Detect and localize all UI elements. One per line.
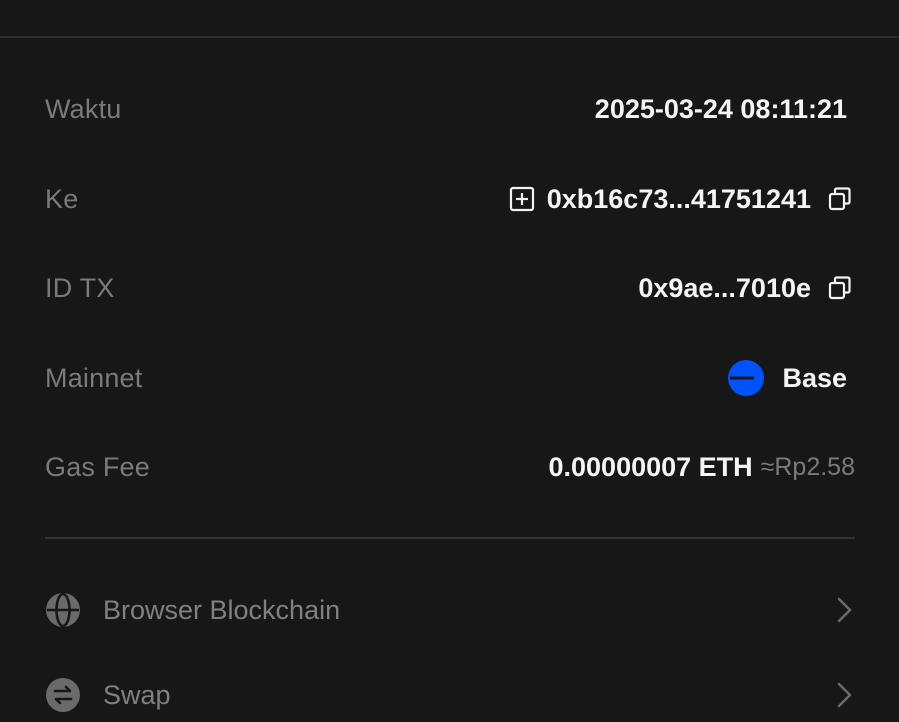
browser-blockchain-link[interactable]: Browser Blockchain [45,585,855,635]
detail-row-time: Waktu 2025-03-24 08:11:21 [45,89,855,129]
detail-row-gas-fee: Gas Fee 0.00000007 ETH ≈Rp2.58 [45,447,855,487]
swap-left: Swap [45,677,171,713]
gas-fee-value-group: 0.00000007 ETH ≈Rp2.58 [549,452,856,483]
add-contact-icon[interactable] [507,184,537,214]
swap-label: Swap [103,679,171,710]
gas-fee-label: Gas Fee [45,451,150,482]
swap-icon [45,677,81,713]
mainnet-value-group: Base [728,360,847,396]
detail-row-to: Ke 0xb16c73...41751241 [45,179,855,219]
detail-row-txid: ID TX 0x9ae...7010e [45,268,855,308]
txid-label: ID TX [45,272,115,303]
section-divider [45,537,855,539]
copy-icon[interactable] [825,184,855,214]
to-value-group: 0xb16c73...41751241 [507,184,855,215]
chevron-right-icon [835,596,855,624]
browser-blockchain-left: Browser Blockchain [45,592,340,628]
browser-blockchain-label: Browser Blockchain [103,594,341,625]
gas-fee-fiat: ≈Rp2.58 [760,452,855,481]
to-address: 0xb16c73...41751241 [546,183,811,214]
txid-value: 0x9ae...7010e [638,272,811,303]
copy-icon[interactable] [825,273,855,303]
txid-value-group: 0x9ae...7010e [638,273,855,304]
mainnet-value: Base [782,362,847,393]
detail-row-mainnet: Mainnet Base [45,358,855,398]
top-divider [0,36,899,38]
chevron-right-icon [835,681,855,709]
to-label: Ke [45,183,79,214]
globe-icon [45,592,81,628]
base-network-icon [728,360,765,396]
gas-fee-value: 0.00000007 ETH [548,451,753,482]
mainnet-label: Mainnet [45,362,143,393]
time-value: 2025-03-24 08:11:21 [594,93,847,124]
time-label: Waktu [45,93,122,124]
swap-link[interactable]: Swap [45,670,855,720]
